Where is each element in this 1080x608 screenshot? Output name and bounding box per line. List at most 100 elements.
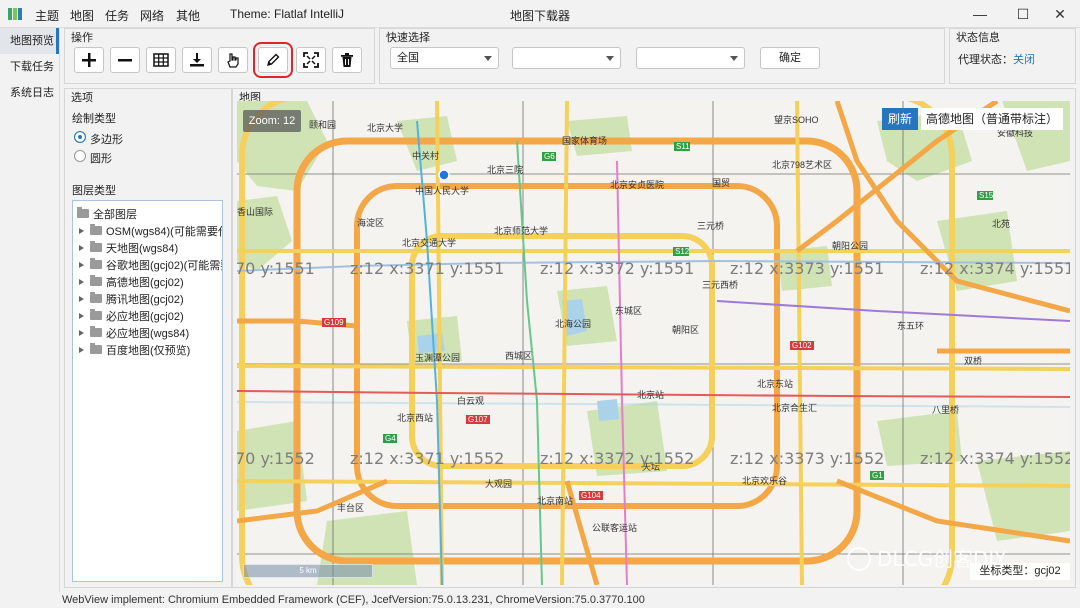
trash-icon bbox=[341, 53, 353, 67]
folder-icon bbox=[90, 275, 102, 286]
tree-item[interactable]: 必应地图(wgs84) bbox=[79, 324, 189, 341]
expand-icon bbox=[303, 52, 319, 68]
tree-item[interactable]: 腾讯地图(gcj02) bbox=[79, 290, 184, 307]
plus-icon bbox=[82, 53, 96, 67]
road-label: G1 bbox=[872, 471, 883, 480]
place-label: 北海公园 bbox=[555, 318, 591, 329]
status-info-panel: 状态信息 代理状态： 关闭 bbox=[949, 28, 1076, 84]
zoom-out-button[interactable] bbox=[110, 47, 140, 73]
road-label: G102 bbox=[792, 341, 812, 350]
minimize-button[interactable]: — bbox=[960, 0, 1000, 28]
nav-map-preview[interactable]: 地图预览 bbox=[0, 28, 59, 54]
folder-open-icon bbox=[77, 207, 89, 218]
radio-polygon[interactable] bbox=[74, 131, 86, 143]
folder-icon bbox=[90, 241, 102, 252]
radio-polygon-label: 多边形 bbox=[90, 134, 123, 146]
place-label: 白云观 bbox=[457, 395, 484, 406]
proxy-status-value: 关闭 bbox=[1013, 54, 1035, 66]
tree-item[interactable]: 百度地图(仅预览) bbox=[79, 341, 190, 358]
road-label: G109 bbox=[324, 318, 344, 327]
road-label: G6 bbox=[544, 152, 555, 161]
region-select[interactable]: 全国 bbox=[390, 47, 499, 69]
place-label: 北京合生汇 bbox=[772, 402, 817, 413]
tree-root[interactable]: 全部图层 bbox=[77, 205, 137, 222]
tile-label: z:12 x:3372 y:1552 bbox=[540, 449, 694, 468]
nav-system-log[interactable]: 系统日志 bbox=[0, 80, 59, 106]
place-label: 北京站 bbox=[637, 389, 664, 400]
folder-icon bbox=[90, 326, 102, 337]
chevron-right-icon bbox=[79, 278, 84, 285]
road-label: S12 bbox=[675, 247, 690, 256]
tile-label: z:12 x:3373 y:1551 bbox=[730, 259, 884, 278]
place-label: 望京SOHO bbox=[774, 114, 819, 125]
chevron-right-icon bbox=[79, 295, 84, 302]
download-icon bbox=[190, 53, 204, 67]
place-label: 海淀区 bbox=[357, 217, 384, 228]
folder-icon bbox=[90, 343, 102, 354]
nav-download-tasks[interactable]: 下载任务 bbox=[0, 54, 59, 80]
location-marker-icon bbox=[438, 169, 450, 181]
road-label: G4 bbox=[385, 434, 396, 443]
download-button[interactable] bbox=[182, 47, 212, 73]
road-label: S11 bbox=[676, 142, 690, 151]
menu-task[interactable]: 任务 bbox=[105, 7, 129, 24]
zoom-in-button[interactable] bbox=[74, 47, 104, 73]
place-label: 北京西站 bbox=[397, 412, 433, 423]
menu-network[interactable]: 网络 bbox=[140, 7, 164, 24]
tree-item-label: 全部图层 bbox=[93, 208, 137, 221]
place-label: 玉渊潭公园 bbox=[415, 353, 460, 363]
menu-map[interactable]: 地图 bbox=[70, 7, 94, 24]
place-label: 国家体育场 bbox=[562, 135, 607, 146]
confirm-button[interactable]: 确定 bbox=[760, 47, 820, 69]
map-canvas[interactable]: G6 S11 S12 G109 G102 G107 G4 G104 G1 S15… bbox=[237, 101, 1070, 585]
tree-item-label: 谷歌地图(gcj02)(可能需要 bbox=[106, 259, 223, 272]
layer-tree: 全部图层 OSM(wgs84)(可能需要代 天地图(wgs84) 谷歌地图(gc… bbox=[72, 200, 223, 582]
place-label: 公联客运站 bbox=[592, 522, 637, 533]
grid-button[interactable] bbox=[146, 47, 176, 73]
map-provider-label[interactable]: 高德地图（普通带标注） bbox=[921, 108, 1063, 130]
scale-bar: 5 km bbox=[243, 564, 373, 578]
menu-theme[interactable]: 主题 bbox=[35, 7, 59, 24]
place-label: 北京东站 bbox=[757, 378, 793, 389]
side-nav: 地图预览 下载任务 系统日志 bbox=[0, 28, 60, 592]
place-label: 双桥 bbox=[964, 355, 982, 366]
folder-icon bbox=[90, 224, 102, 235]
radio-circle[interactable] bbox=[74, 150, 86, 162]
place-label: 大观园 bbox=[485, 478, 512, 489]
tree-item-label: 天地图(wgs84) bbox=[106, 242, 179, 255]
place-label: 北京南站 bbox=[537, 495, 573, 506]
layer-type-label: 图层类型 bbox=[72, 185, 116, 197]
maximize-button[interactable]: ☐ bbox=[1003, 0, 1043, 28]
hand-pointer-icon bbox=[227, 53, 239, 68]
place-label: 北京师范大学 bbox=[494, 225, 548, 236]
refresh-button[interactable]: 刷新 bbox=[882, 108, 918, 130]
city-select[interactable] bbox=[636, 47, 745, 69]
chevron-down-icon bbox=[606, 56, 614, 61]
tree-item-label: 百度地图(仅预览) bbox=[106, 344, 191, 357]
delete-button[interactable] bbox=[332, 47, 362, 73]
place-label: 中国人民大学 bbox=[415, 185, 469, 196]
fullscreen-button[interactable] bbox=[296, 47, 326, 73]
place-label: 北苑 bbox=[992, 218, 1010, 229]
tree-item[interactable]: OSM(wgs84)(可能需要代 bbox=[79, 222, 223, 239]
quick-select-panel: 快速选择 全国 确定 bbox=[379, 28, 945, 84]
draw-button[interactable] bbox=[253, 42, 293, 78]
pan-button[interactable] bbox=[218, 47, 248, 73]
chevron-down-icon bbox=[484, 56, 492, 61]
place-label: 颐和园 bbox=[309, 120, 336, 130]
menu-other[interactable]: 其他 bbox=[176, 7, 200, 24]
tree-item[interactable]: 天地图(wgs84) bbox=[79, 239, 178, 256]
tree-item[interactable]: 必应地图(gcj02) bbox=[79, 307, 184, 324]
close-button[interactable]: ✕ bbox=[1040, 0, 1080, 28]
proxy-status-label: 代理状态： bbox=[958, 54, 1013, 66]
place-label: 北京大学 bbox=[367, 122, 403, 133]
place-label: 北京交通大学 bbox=[402, 237, 456, 248]
map-view[interactable]: G6 S11 S12 G109 G102 G107 G4 G104 G1 S15… bbox=[237, 101, 1070, 585]
folder-icon bbox=[90, 258, 102, 269]
road-label: G107 bbox=[468, 415, 488, 424]
province-select[interactable] bbox=[512, 47, 621, 69]
tree-item-label: OSM(wgs84)(可能需要代 bbox=[106, 225, 223, 238]
tree-item[interactable]: 高德地图(gcj02) bbox=[79, 273, 184, 290]
tree-item[interactable]: 谷歌地图(gcj02)(可能需要 bbox=[79, 256, 223, 273]
status-bar: WebView implement: Chromium Embedded Fra… bbox=[0, 592, 1080, 608]
